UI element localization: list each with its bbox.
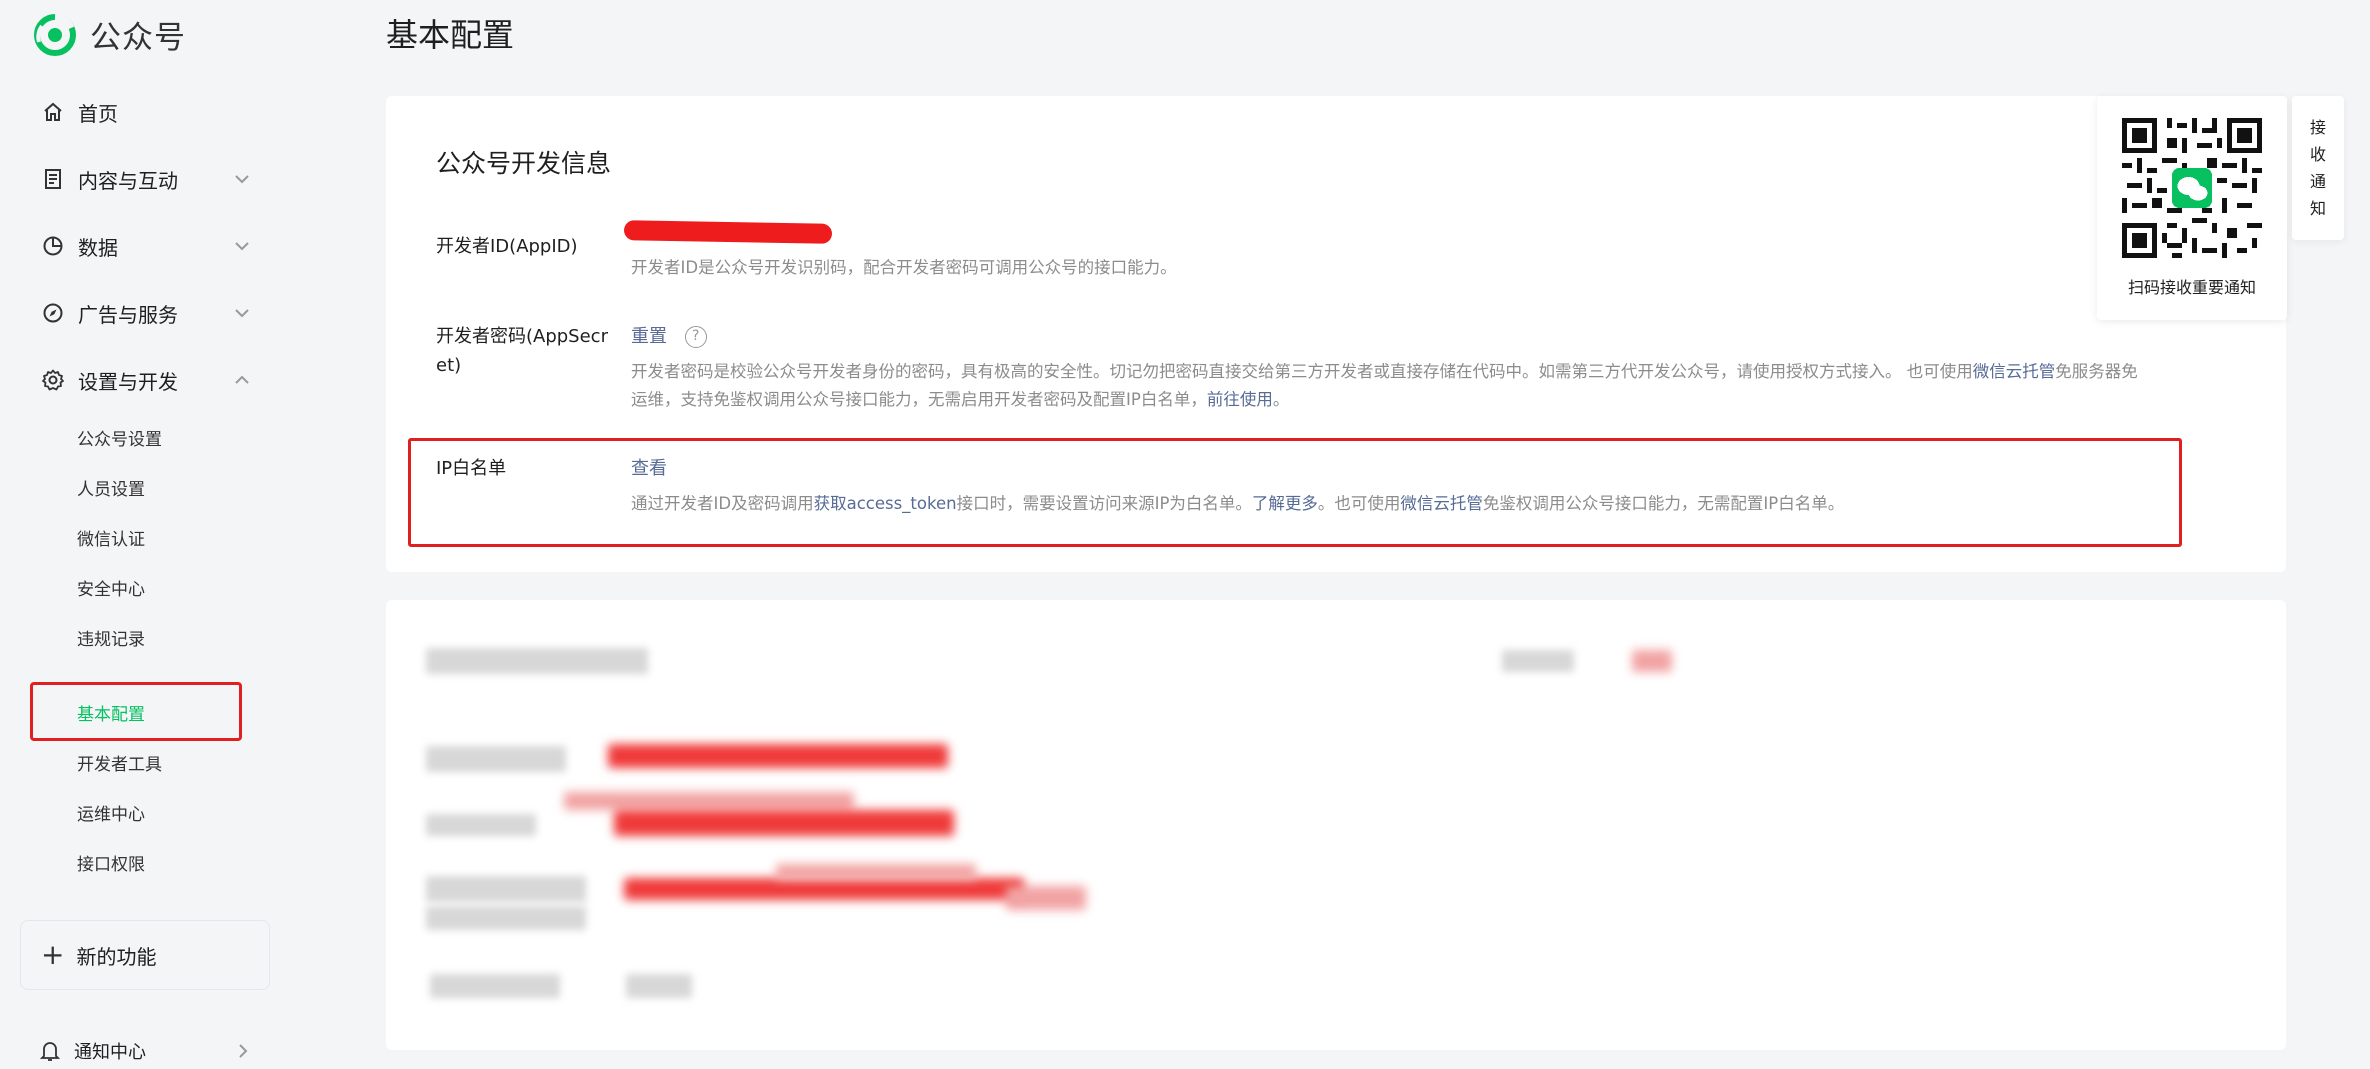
- sidebar-item-label: 首页: [78, 101, 118, 126]
- sidebar-subitem-account-settings[interactable]: 公众号设置: [77, 427, 162, 453]
- qr-notification-card: 扫码接收重要通知: [2097, 96, 2287, 320]
- bell-icon: [40, 1040, 60, 1062]
- wechat-cloud-hosting-link[interactable]: 微信云托管: [1973, 362, 2056, 381]
- notice-center-item[interactable]: 通知中心: [40, 1036, 252, 1066]
- appsecret-desc-text: 免服务器免: [2055, 362, 2138, 381]
- document-icon: [40, 166, 66, 192]
- chevron-up-icon: [235, 375, 249, 384]
- reset-secret-link[interactable]: 重置: [631, 326, 667, 347]
- home-icon: [40, 99, 66, 125]
- sidebar-item-data[interactable]: 数据: [40, 226, 252, 266]
- sidebar-item-label: 广告与服务: [78, 302, 178, 327]
- sidebar-item-ads[interactable]: 广告与服务: [40, 293, 252, 333]
- redacted-value: [624, 878, 1024, 900]
- annotation-highlight-box: [408, 438, 2182, 547]
- chevron-down-icon: [235, 175, 249, 184]
- appid-description: 开发者ID是公众号开发识别码，配合开发者密码可调用公众号的接口能力。: [631, 258, 1177, 277]
- sidebar-item-label: 数据: [78, 235, 118, 260]
- qr-caption: 扫码接收重要通知: [2127, 278, 2256, 297]
- appsecret-actions: 重置 ?: [631, 322, 707, 351]
- blurred-label: [426, 814, 536, 836]
- help-icon[interactable]: ?: [684, 326, 707, 348]
- sidebar-item-label: 设置与开发: [78, 369, 178, 394]
- sidebar-item-label: 内容与互动: [78, 168, 178, 193]
- new-function-label: 新的功能: [76, 944, 157, 969]
- plus-icon: +: [41, 938, 65, 971]
- appsecret-desc-text: 。: [1272, 390, 1290, 409]
- server-config-card: [386, 600, 2286, 1050]
- chevron-down-icon: [235, 309, 249, 318]
- appid-label: 开发者ID(AppID): [436, 236, 578, 257]
- page-title: 基本配置: [386, 16, 515, 54]
- redacted-value: [776, 864, 976, 880]
- brand[interactable]: 公众号: [34, 12, 186, 57]
- redacted-value: [608, 744, 948, 768]
- blurred-value: [626, 974, 692, 998]
- notice-center-label: 通知中心: [74, 1042, 146, 1063]
- redacted-value: [564, 792, 854, 810]
- appsecret-desc-text: 运维，支持免鉴权调用公众号接口能力，无需启用开发者密码及配置IP白名单，: [631, 390, 1207, 409]
- sidebar-subitem-developer-tools[interactable]: 开发者工具: [77, 752, 162, 778]
- sidebar-subitem-ops-center[interactable]: 运维中心: [77, 802, 145, 828]
- blurred-action: [1632, 650, 1672, 672]
- go-use-link[interactable]: 前往使用: [1207, 390, 1273, 409]
- sidebar-subitem-violation-records[interactable]: 违规记录: [77, 627, 145, 653]
- chevron-right-icon: [239, 1044, 248, 1058]
- redacted-appid-value: [623, 220, 833, 244]
- blurred-label: [430, 974, 560, 998]
- brand-name: 公众号: [90, 20, 186, 56]
- sidebar-subitem-wechat-verification[interactable]: 微信认证: [77, 527, 145, 553]
- appsecret-desc-text: 开发者密码是校验公众号开发者身份的密码，具有极高的安全性。切记勿把密码直接交给第…: [631, 362, 1973, 381]
- new-function-button[interactable]: + 新的功能: [20, 920, 270, 990]
- sidebar-item-settings[interactable]: 设置与开发: [40, 360, 252, 400]
- blurred-label: [426, 876, 586, 902]
- redacted-value: [1006, 886, 1086, 910]
- appsecret-label: 开发者密码(AppSecret): [436, 326, 608, 376]
- receive-notification-tab[interactable]: 接收通知: [2292, 96, 2344, 240]
- appsecret-description: 开发者密码是校验公众号开发者身份的密码，具有极高的安全性。切记勿把密码直接交给第…: [631, 358, 2231, 414]
- sidebar: 公众号 首页 内容与互动 数据 广告与服务 设置与开发 公众号设置 人员设置 微…: [0, 0, 290, 1069]
- redacted-value: [614, 810, 954, 836]
- compass-icon: [40, 300, 66, 326]
- blurred-label: [426, 746, 566, 772]
- wechat-mp-logo-icon: [34, 13, 76, 56]
- pie-chart-icon: [40, 233, 66, 259]
- qr-code-icon: [2122, 118, 2262, 258]
- sidebar-subitem-api-permissions[interactable]: 接口权限: [77, 852, 145, 878]
- annotation-highlight-box: [30, 682, 242, 741]
- chevron-down-icon: [235, 242, 249, 251]
- sidebar-item-content[interactable]: 内容与互动: [40, 159, 252, 199]
- gear-icon: [40, 367, 66, 393]
- sidebar-subitem-security-center[interactable]: 安全中心: [77, 577, 145, 603]
- sidebar-item-home[interactable]: 首页: [40, 92, 252, 132]
- blurred-label: [426, 906, 586, 930]
- blurred-action: [1502, 650, 1574, 672]
- dev-info-title: 公众号开发信息: [436, 149, 612, 178]
- blurred-card-title: [426, 648, 648, 674]
- sidebar-subitem-staff-settings[interactable]: 人员设置: [77, 477, 145, 503]
